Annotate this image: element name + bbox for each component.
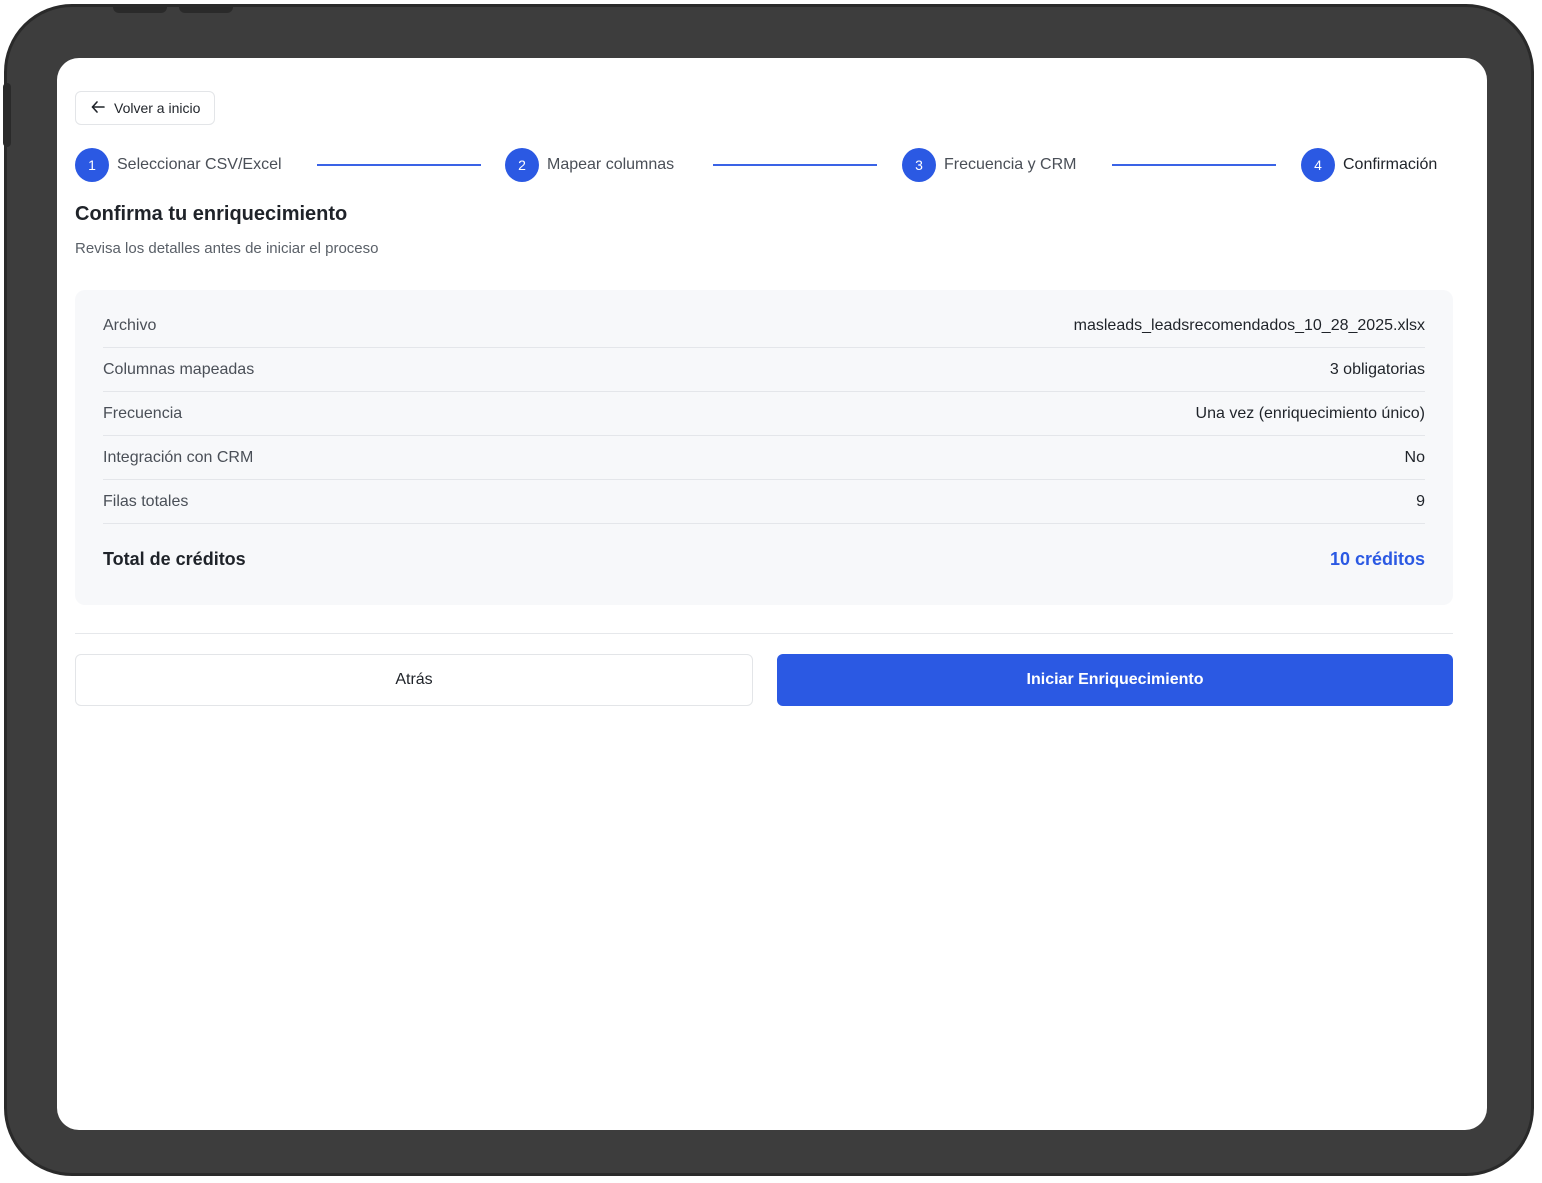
back-to-home-button[interactable]: Volver a inicio	[75, 91, 216, 125]
step-label: Mapear columnas	[547, 156, 675, 173]
summary-value: No	[1404, 448, 1425, 466]
step-number: 1	[75, 148, 109, 182]
summary-label: Columnas mapeadas	[103, 360, 255, 378]
step-number: 2	[505, 148, 539, 182]
arrow-left-icon	[90, 99, 106, 118]
step-label: Confirmación	[1343, 156, 1438, 173]
step-label: Frecuencia y CRM	[944, 156, 1077, 173]
summary-row-crm: Integración con CRM No	[103, 436, 1425, 480]
summary-value: masleads_leadsrecomendados_10_28_2025.xl…	[1073, 316, 1425, 334]
stepper: 1 Seleccionar CSV/Excel 2 Mapear columna…	[75, 147, 1453, 183]
screen: Volver a inicio 1 Seleccionar CSV/Excel …	[57, 58, 1487, 1130]
step-connector	[1112, 164, 1276, 166]
summary-row-file: Archivo masleads_leadsrecomendados_10_28…	[103, 304, 1425, 348]
summary-label: Filas totales	[103, 492, 189, 510]
summary-value: 3 obligatorias	[1329, 360, 1425, 378]
step-frequency-crm: 3 Frecuencia y CRM	[902, 147, 1076, 183]
back-to-home-label: Volver a inicio	[114, 100, 201, 116]
divider	[75, 633, 1453, 634]
step-select-file: 1 Seleccionar CSV/Excel	[75, 147, 282, 183]
step-number: 3	[902, 148, 936, 182]
device-notch	[113, 5, 167, 13]
summary-label: Integración con CRM	[103, 448, 254, 466]
step-number: 4	[1301, 148, 1335, 182]
summary-label: Frecuencia	[103, 404, 183, 422]
total-credits-value: 10 créditos	[1329, 548, 1425, 569]
summary-value: 9	[1416, 492, 1425, 510]
summary-card: Archivo masleads_leadsrecomendados_10_28…	[75, 290, 1453, 605]
summary-row-total-credits: Total de créditos 10 créditos	[103, 524, 1425, 594]
device-frame: Volver a inicio 1 Seleccionar CSV/Excel …	[3, 4, 1534, 1176]
back-button[interactable]: Atrás	[75, 654, 753, 706]
step-map-columns: 2 Mapear columnas	[505, 147, 674, 183]
device-side-button	[3, 83, 11, 147]
start-enrichment-button[interactable]: Iniciar Enriquecimiento	[777, 654, 1453, 706]
device-notch	[179, 5, 233, 13]
page-title: Confirma tu enriquecimiento	[75, 203, 348, 225]
step-confirmation: 4 Confirmación	[1301, 147, 1437, 183]
summary-row-total-rows: Filas totales 9	[103, 480, 1425, 524]
page-subtitle: Revisa los detalles antes de iniciar el …	[75, 240, 379, 257]
summary-value: Una vez (enriquecimiento único)	[1195, 404, 1425, 422]
step-connector	[317, 164, 481, 166]
summary-label: Archivo	[103, 316, 157, 334]
step-label: Seleccionar CSV/Excel	[117, 156, 282, 173]
step-connector	[713, 164, 877, 166]
total-credits-label: Total de créditos	[103, 548, 246, 569]
summary-row-mapped-columns: Columnas mapeadas 3 obligatorias	[103, 348, 1425, 392]
summary-row-frequency: Frecuencia Una vez (enriquecimiento únic…	[103, 392, 1425, 436]
